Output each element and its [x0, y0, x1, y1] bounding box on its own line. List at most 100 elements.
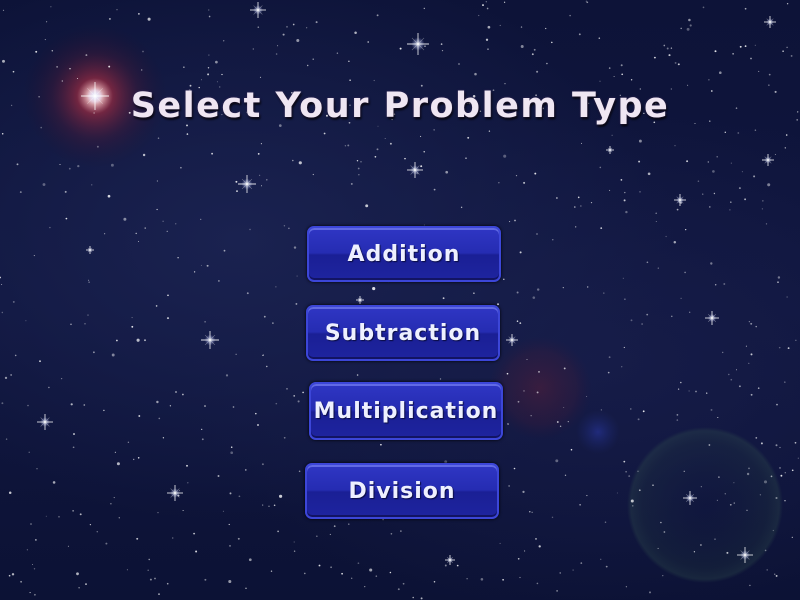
- star: [349, 79, 351, 82]
- star: [1, 402, 4, 405]
- star: [39, 360, 41, 363]
- star: [624, 298, 626, 300]
- star: [4, 376, 8, 380]
- star: [373, 79, 375, 82]
- star: [440, 43, 443, 45]
- star: [744, 198, 747, 201]
- star: [136, 537, 139, 540]
- star: [369, 568, 373, 572]
- star: [726, 551, 729, 554]
- star: [519, 251, 522, 254]
- star: [765, 223, 768, 225]
- star: [758, 70, 760, 72]
- star: [297, 400, 300, 403]
- star: [292, 23, 295, 26]
- star: [775, 444, 778, 447]
- star: [623, 460, 626, 463]
- star: [737, 132, 740, 134]
- sparkle-star: [407, 33, 429, 55]
- star: [456, 564, 459, 567]
- star: [689, 311, 691, 313]
- star: [420, 165, 423, 168]
- star: [107, 194, 111, 198]
- star: [33, 568, 36, 570]
- star: [252, 48, 254, 50]
- star: [707, 161, 709, 163]
- star: [404, 157, 406, 160]
- star: [608, 356, 611, 359]
- star: [657, 547, 659, 549]
- star: [580, 562, 583, 564]
- star: [316, 535, 318, 537]
- star: [671, 315, 673, 318]
- star: [8, 491, 12, 495]
- star: [201, 438, 204, 441]
- star: [538, 371, 540, 373]
- star: [714, 538, 716, 540]
- star: [787, 347, 790, 350]
- star: [182, 393, 184, 396]
- star: [556, 421, 559, 423]
- star: [718, 71, 722, 75]
- star: [19, 191, 22, 194]
- star: [255, 412, 257, 415]
- star: [531, 511, 533, 513]
- star: [754, 129, 757, 131]
- star: [607, 371, 610, 374]
- star: [260, 185, 263, 187]
- star: [655, 220, 657, 223]
- page-title: Select Your Problem Type: [130, 86, 670, 126]
- star: [524, 550, 526, 552]
- star: [632, 505, 634, 507]
- star: [166, 582, 169, 585]
- star: [277, 530, 279, 533]
- star: [257, 26, 260, 29]
- star: [684, 271, 686, 274]
- star: [750, 57, 752, 60]
- star: [702, 6, 705, 9]
- star: [207, 67, 210, 69]
- star: [649, 591, 651, 594]
- star: [40, 126, 43, 129]
- star: [323, 132, 326, 135]
- star: [730, 162, 732, 164]
- star: [564, 474, 567, 476]
- subtraction-button[interactable]: Subtraction: [306, 305, 500, 361]
- star: [761, 208, 764, 210]
- star: [503, 1, 506, 3]
- star: [714, 284, 717, 286]
- star: [103, 409, 105, 412]
- star: [357, 167, 360, 170]
- star: [162, 437, 165, 439]
- addition-button[interactable]: Addition: [307, 226, 501, 282]
- star: [79, 513, 82, 516]
- star: [744, 7, 747, 10]
- star: [573, 206, 576, 208]
- star: [26, 549, 29, 551]
- star: [156, 400, 159, 404]
- star: [433, 580, 436, 583]
- star: [638, 139, 642, 143]
- star: [712, 170, 715, 173]
- star: [384, 137, 386, 140]
- star: [2, 9, 5, 12]
- star: [710, 262, 713, 265]
- star: [523, 181, 526, 184]
- star: [536, 582, 539, 585]
- division-button[interactable]: Division: [305, 463, 499, 519]
- star: [474, 72, 477, 76]
- star: [193, 271, 196, 273]
- star: [110, 163, 114, 167]
- star: [586, 286, 589, 288]
- star: [620, 64, 623, 67]
- star: [735, 369, 738, 371]
- star: [30, 523, 32, 525]
- star: [695, 390, 697, 393]
- star: [714, 50, 717, 53]
- multiplication-button[interactable]: Multiplication: [309, 382, 503, 440]
- star: [230, 451, 234, 455]
- star: [347, 144, 350, 147]
- star: [625, 471, 627, 473]
- star: [293, 550, 296, 552]
- star: [229, 492, 232, 495]
